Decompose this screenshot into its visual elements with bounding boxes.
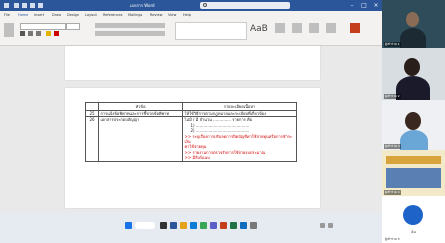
underline-icon[interactable] bbox=[36, 31, 41, 36]
bold-icon[interactable] bbox=[20, 31, 25, 36]
font-size-select[interactable] bbox=[66, 23, 80, 30]
tab-insert[interactable]: Insert bbox=[34, 11, 44, 19]
styles-aab-icon[interactable]: AaB bbox=[250, 24, 268, 34]
italic-icon[interactable] bbox=[28, 31, 33, 36]
tab-layout[interactable]: Layout bbox=[85, 11, 97, 19]
participant-head bbox=[406, 12, 419, 27]
participant-name: ผู้เข้าร่วม 2 bbox=[384, 94, 401, 99]
row-topic: เอกสารประกอบสัญญา bbox=[98, 116, 183, 162]
tab-help[interactable]: Help bbox=[183, 11, 191, 19]
addins-icon[interactable] bbox=[326, 23, 336, 33]
volume-icon[interactable] bbox=[328, 223, 333, 228]
document-area[interactable]: หัวข้อ รายละเอียดเนื้อหา 25 การแจ้งข้อพิ… bbox=[0, 46, 382, 213]
search-box[interactable] bbox=[200, 2, 290, 9]
participant-tile[interactable]: ผู้เข้าร่วม 4 bbox=[382, 150, 445, 196]
powerpoint-icon[interactable] bbox=[220, 222, 227, 229]
excel-icon[interactable] bbox=[230, 222, 237, 229]
dictate-icon[interactable] bbox=[292, 23, 302, 33]
page-2: หัวข้อ รายละเอียดเนื้อหา 25 การแจ้งข้อพิ… bbox=[65, 88, 320, 208]
participants-panel: ผู้เข้าร่วม 1 ผู้เข้าร่วม 2 ผู้เข้าร่วม … bbox=[382, 0, 445, 243]
banner-image bbox=[386, 168, 441, 188]
editor-icon[interactable] bbox=[309, 23, 319, 33]
tab-file[interactable]: File bbox=[4, 11, 10, 19]
participant-name: ผู้เข้าร่วม 5 bbox=[385, 237, 400, 241]
maximize-icon[interactable]: □ bbox=[358, 0, 370, 11]
participant-tile[interactable]: ผู้เข้าร่วม 1 bbox=[382, 0, 445, 48]
task-view-icon[interactable] bbox=[160, 222, 167, 229]
contract-table: หัวข้อ รายละเอียดเนื้อหา 25 การแจ้งข้อพิ… bbox=[85, 102, 297, 162]
settings-icon[interactable] bbox=[250, 222, 257, 229]
header-detail: รายละเอียดเนื้อหา bbox=[182, 102, 297, 111]
table-row: 25 การแจ้งข้อพิพาทและการชี้ขาดข้อพิพาท ใ… bbox=[85, 109, 297, 118]
edge-icon[interactable] bbox=[190, 222, 197, 229]
word-logo-icon bbox=[4, 3, 9, 8]
participant-name: ผู้เข้าร่วม 3 bbox=[384, 144, 401, 149]
list-buttons[interactable] bbox=[95, 23, 165, 28]
participant-head bbox=[404, 58, 420, 76]
highlight-icon[interactable] bbox=[46, 31, 51, 36]
page-1 bbox=[65, 46, 320, 80]
title-bar: เอกสาร Word – □ × bbox=[0, 0, 382, 11]
header-topic: หัวข้อ bbox=[98, 102, 183, 111]
font-color-icon[interactable] bbox=[54, 31, 59, 36]
tab-view[interactable]: View bbox=[168, 11, 176, 19]
participant-body bbox=[396, 76, 430, 100]
detail-line-red: >> มีลิงก์แนบ bbox=[184, 155, 210, 161]
styles-gallery[interactable] bbox=[175, 22, 247, 40]
row-number: 26 bbox=[85, 116, 99, 162]
ribbon-tabs: File Home Insert Draw Design Layout Refe… bbox=[0, 11, 382, 20]
font-name-select[interactable] bbox=[20, 23, 66, 30]
taskbar-search[interactable] bbox=[135, 222, 155, 229]
word-taskbar-icon[interactable] bbox=[170, 222, 177, 229]
participant-body bbox=[400, 130, 428, 150]
save-icon[interactable] bbox=[22, 3, 27, 8]
participant-name: ผู้เข้าร่วม 4 bbox=[384, 190, 401, 195]
tab-mailings[interactable]: Mailings bbox=[128, 11, 142, 19]
wifi-icon[interactable] bbox=[320, 223, 325, 228]
minimize-icon[interactable]: – bbox=[346, 0, 358, 11]
pdf-icon[interactable] bbox=[350, 23, 360, 33]
taskbar bbox=[0, 213, 382, 243]
start-icon[interactable] bbox=[125, 222, 132, 229]
table-header-row: หัวข้อ รายละเอียดเนื้อหา bbox=[85, 102, 297, 111]
close-icon[interactable]: × bbox=[370, 0, 382, 11]
participant-head bbox=[405, 112, 421, 130]
outlook-icon[interactable] bbox=[240, 222, 247, 229]
search-icon bbox=[203, 3, 207, 7]
tab-references[interactable]: References bbox=[103, 11, 122, 19]
redo-icon[interactable] bbox=[38, 3, 43, 8]
detail-line-red: >> ระบุเรื่องการปรับลดการปิดบัญชีค่าใช้จ… bbox=[184, 133, 293, 145]
find-icon[interactable] bbox=[275, 23, 285, 33]
row-detail: ไม่มี / มี จำนวน .............. รายการ ค… bbox=[182, 116, 297, 162]
chrome-icon[interactable] bbox=[200, 222, 207, 229]
undo-icon[interactable] bbox=[30, 3, 35, 8]
paste-icon[interactable] bbox=[4, 23, 14, 37]
document-title: เอกสาร Word bbox=[130, 3, 155, 8]
alignment-buttons[interactable] bbox=[95, 31, 165, 36]
table-row: 26 เอกสารประกอบสัญญา ไม่มี / มี จำนวน ..… bbox=[85, 116, 297, 162]
tab-design[interactable]: Design bbox=[67, 11, 79, 19]
participant-tile[interactable]: ผู้เข้าร่วม 3 bbox=[382, 100, 445, 150]
banner-image bbox=[386, 156, 441, 164]
ribbon: AaB bbox=[0, 19, 382, 46]
tab-draw[interactable]: Draw bbox=[52, 11, 61, 19]
self-label: ฉัน bbox=[411, 230, 416, 234]
autosave-icon[interactable] bbox=[14, 3, 19, 8]
participant-body bbox=[400, 28, 426, 48]
teams-icon[interactable] bbox=[210, 222, 217, 229]
tab-review[interactable]: Review bbox=[150, 11, 163, 19]
participant-tile[interactable]: ผู้เข้าร่วม 2 bbox=[382, 48, 445, 100]
participant-name: ผู้เข้าร่วม 1 bbox=[384, 42, 401, 47]
self-avatar[interactable] bbox=[403, 205, 423, 225]
file-explorer-icon[interactable] bbox=[180, 222, 187, 229]
